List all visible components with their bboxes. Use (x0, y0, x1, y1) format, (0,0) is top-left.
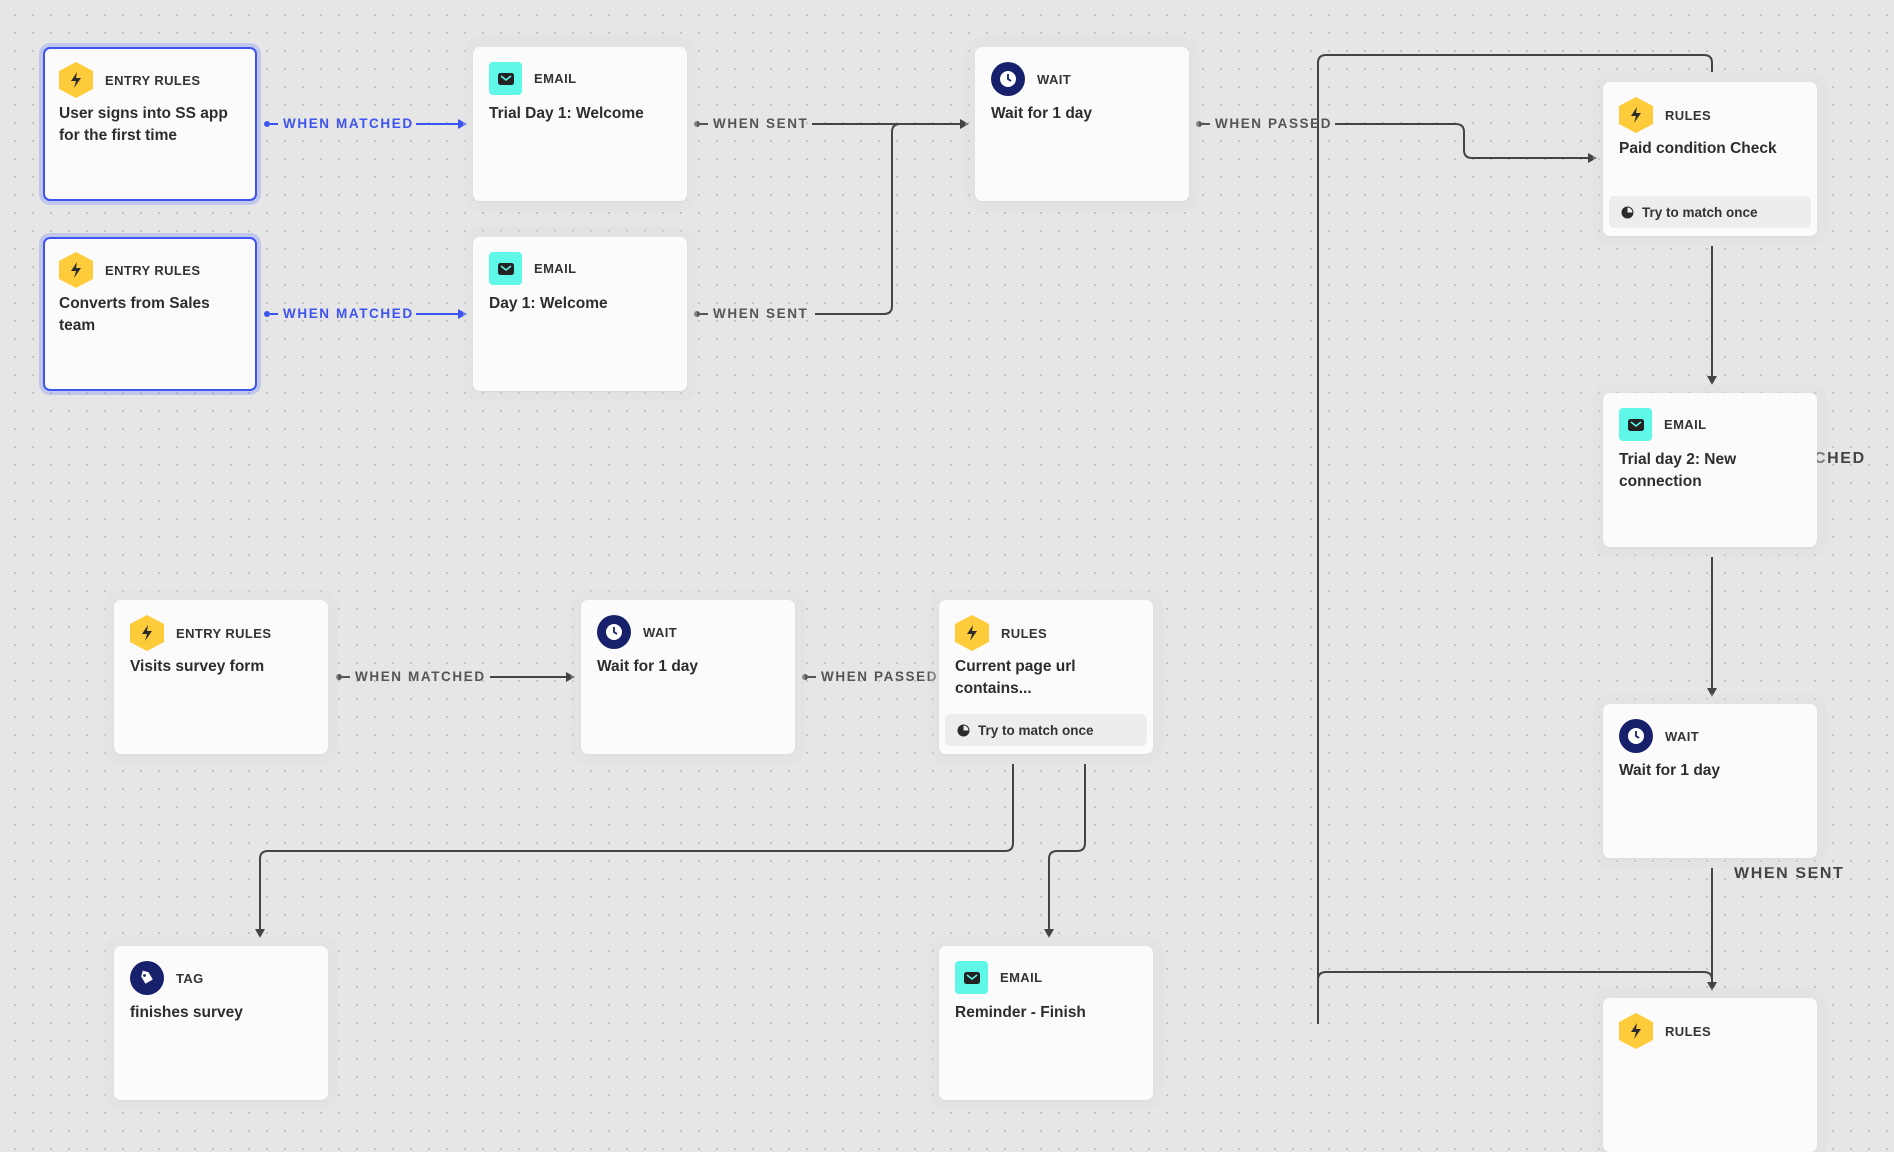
clock-icon (1619, 719, 1653, 753)
node-wait[interactable]: WAIT Wait for 1 day (975, 47, 1189, 201)
node-wait[interactable]: WAIT Wait for 1 day (1603, 704, 1817, 858)
pie-clock-icon (1621, 206, 1634, 218)
edge-label-when-sent[interactable]: WHEN SENT (1734, 865, 1844, 883)
edge-loop-bottom (1317, 971, 1713, 981)
node-type-label: WAIT (643, 624, 678, 640)
node-title: finishes survey (130, 1004, 243, 1021)
edge-label-when-passed[interactable]: WHEN PASSED (802, 669, 938, 684)
edge-label-when-sent[interactable]: WHEN SENT (694, 306, 808, 321)
lightning-icon (955, 615, 989, 651)
node-title: Visits survey form (130, 658, 265, 675)
node-type-label: WAIT (1665, 728, 1700, 744)
envelope-icon (489, 62, 522, 95)
node-rules[interactable]: RULES Paid condition Check Try to match … (1603, 82, 1817, 236)
node-title: Trial day 2: New connection (1619, 451, 1737, 490)
node-title: Converts from Sales team (59, 295, 210, 334)
edge-wait1-rules-paid (1335, 123, 1597, 163)
node-email[interactable]: EMAIL Trial Day 1: Welcome (473, 47, 687, 201)
node-entry-rules[interactable]: ENTRY RULES Converts from Sales team (43, 237, 257, 391)
clock-icon (597, 615, 631, 649)
node-type-label: WAIT (1037, 71, 1072, 87)
node-title: Reminder - Finish (955, 1004, 1086, 1021)
node-entry-rules[interactable]: ENTRY RULES User signs into SS app for t… (43, 47, 257, 201)
tag-icon (130, 961, 164, 995)
edge-label-when-matched[interactable]: WHEN MATCHED (264, 116, 414, 131)
lightning-icon (59, 62, 93, 98)
node-title: Wait for 1 day (597, 658, 699, 675)
edge-label-when-sent[interactable]: WHEN SENT (694, 116, 808, 131)
node-title: Trial Day 1: Welcome (489, 105, 644, 122)
pie-clock-icon (957, 724, 970, 736)
lightning-icon (1619, 97, 1653, 133)
clock-icon (991, 62, 1025, 96)
envelope-icon (489, 252, 522, 285)
edge-label-when-matched-partial[interactable]: CHED (1814, 450, 1866, 468)
node-title: Day 1: Welcome (489, 295, 608, 312)
node-type-label: ENTRY RULES (105, 262, 201, 278)
node-entry-rules[interactable]: ENTRY RULES Visits survey form (114, 600, 328, 754)
node-type-label: EMAIL (1000, 970, 1043, 985)
edge-rules-url-email-reminder (1044, 764, 1086, 938)
node-title: Paid condition Check (1619, 140, 1777, 157)
node-type-label: RULES (1665, 1023, 1712, 1039)
envelope-icon (1619, 408, 1652, 441)
node-type-label: EMAIL (1664, 417, 1707, 432)
envelope-icon (955, 961, 988, 994)
node-title: Current page url contains... (955, 658, 1076, 697)
match-frequency[interactable]: Try to match once (1609, 196, 1811, 228)
lightning-icon (130, 615, 164, 651)
lightning-icon (1619, 1013, 1653, 1049)
node-type-label: EMAIL (534, 261, 577, 276)
edge-label-when-matched[interactable]: WHEN MATCHED (264, 306, 414, 321)
node-type-label: TAG (176, 970, 204, 986)
node-type-label: RULES (1665, 107, 1712, 123)
edge-rules-url-tag (255, 764, 1014, 938)
match-frequency[interactable]: Try to match once (945, 714, 1147, 746)
node-email[interactable]: EMAIL Reminder - Finish (939, 946, 1153, 1100)
node-tag[interactable]: TAG finishes survey (114, 946, 328, 1100)
node-email[interactable]: EMAIL Day 1: Welcome (473, 237, 687, 391)
node-title: Wait for 1 day (1619, 762, 1721, 779)
node-wait[interactable]: WAIT Wait for 1 day (581, 600, 795, 754)
edge-email2-wait1 (815, 123, 901, 315)
lightning-icon (59, 252, 93, 288)
node-title: Wait for 1 day (991, 105, 1093, 122)
edge-label-when-passed[interactable]: WHEN PASSED (1196, 116, 1332, 131)
node-type-label: EMAIL (534, 71, 577, 86)
edge-label-when-matched[interactable]: WHEN MATCHED (336, 669, 486, 684)
node-type-label: ENTRY RULES (105, 72, 201, 88)
node-type-label: RULES (1001, 625, 1048, 641)
node-title: User signs into SS app for the first tim… (59, 105, 228, 144)
node-email[interactable]: EMAIL Trial day 2: New connection (1603, 393, 1817, 547)
node-rules[interactable]: RULES Current page url contains... Try t… (939, 600, 1153, 754)
node-type-label: ENTRY RULES (176, 625, 272, 641)
node-rules[interactable]: RULES (1603, 998, 1817, 1152)
